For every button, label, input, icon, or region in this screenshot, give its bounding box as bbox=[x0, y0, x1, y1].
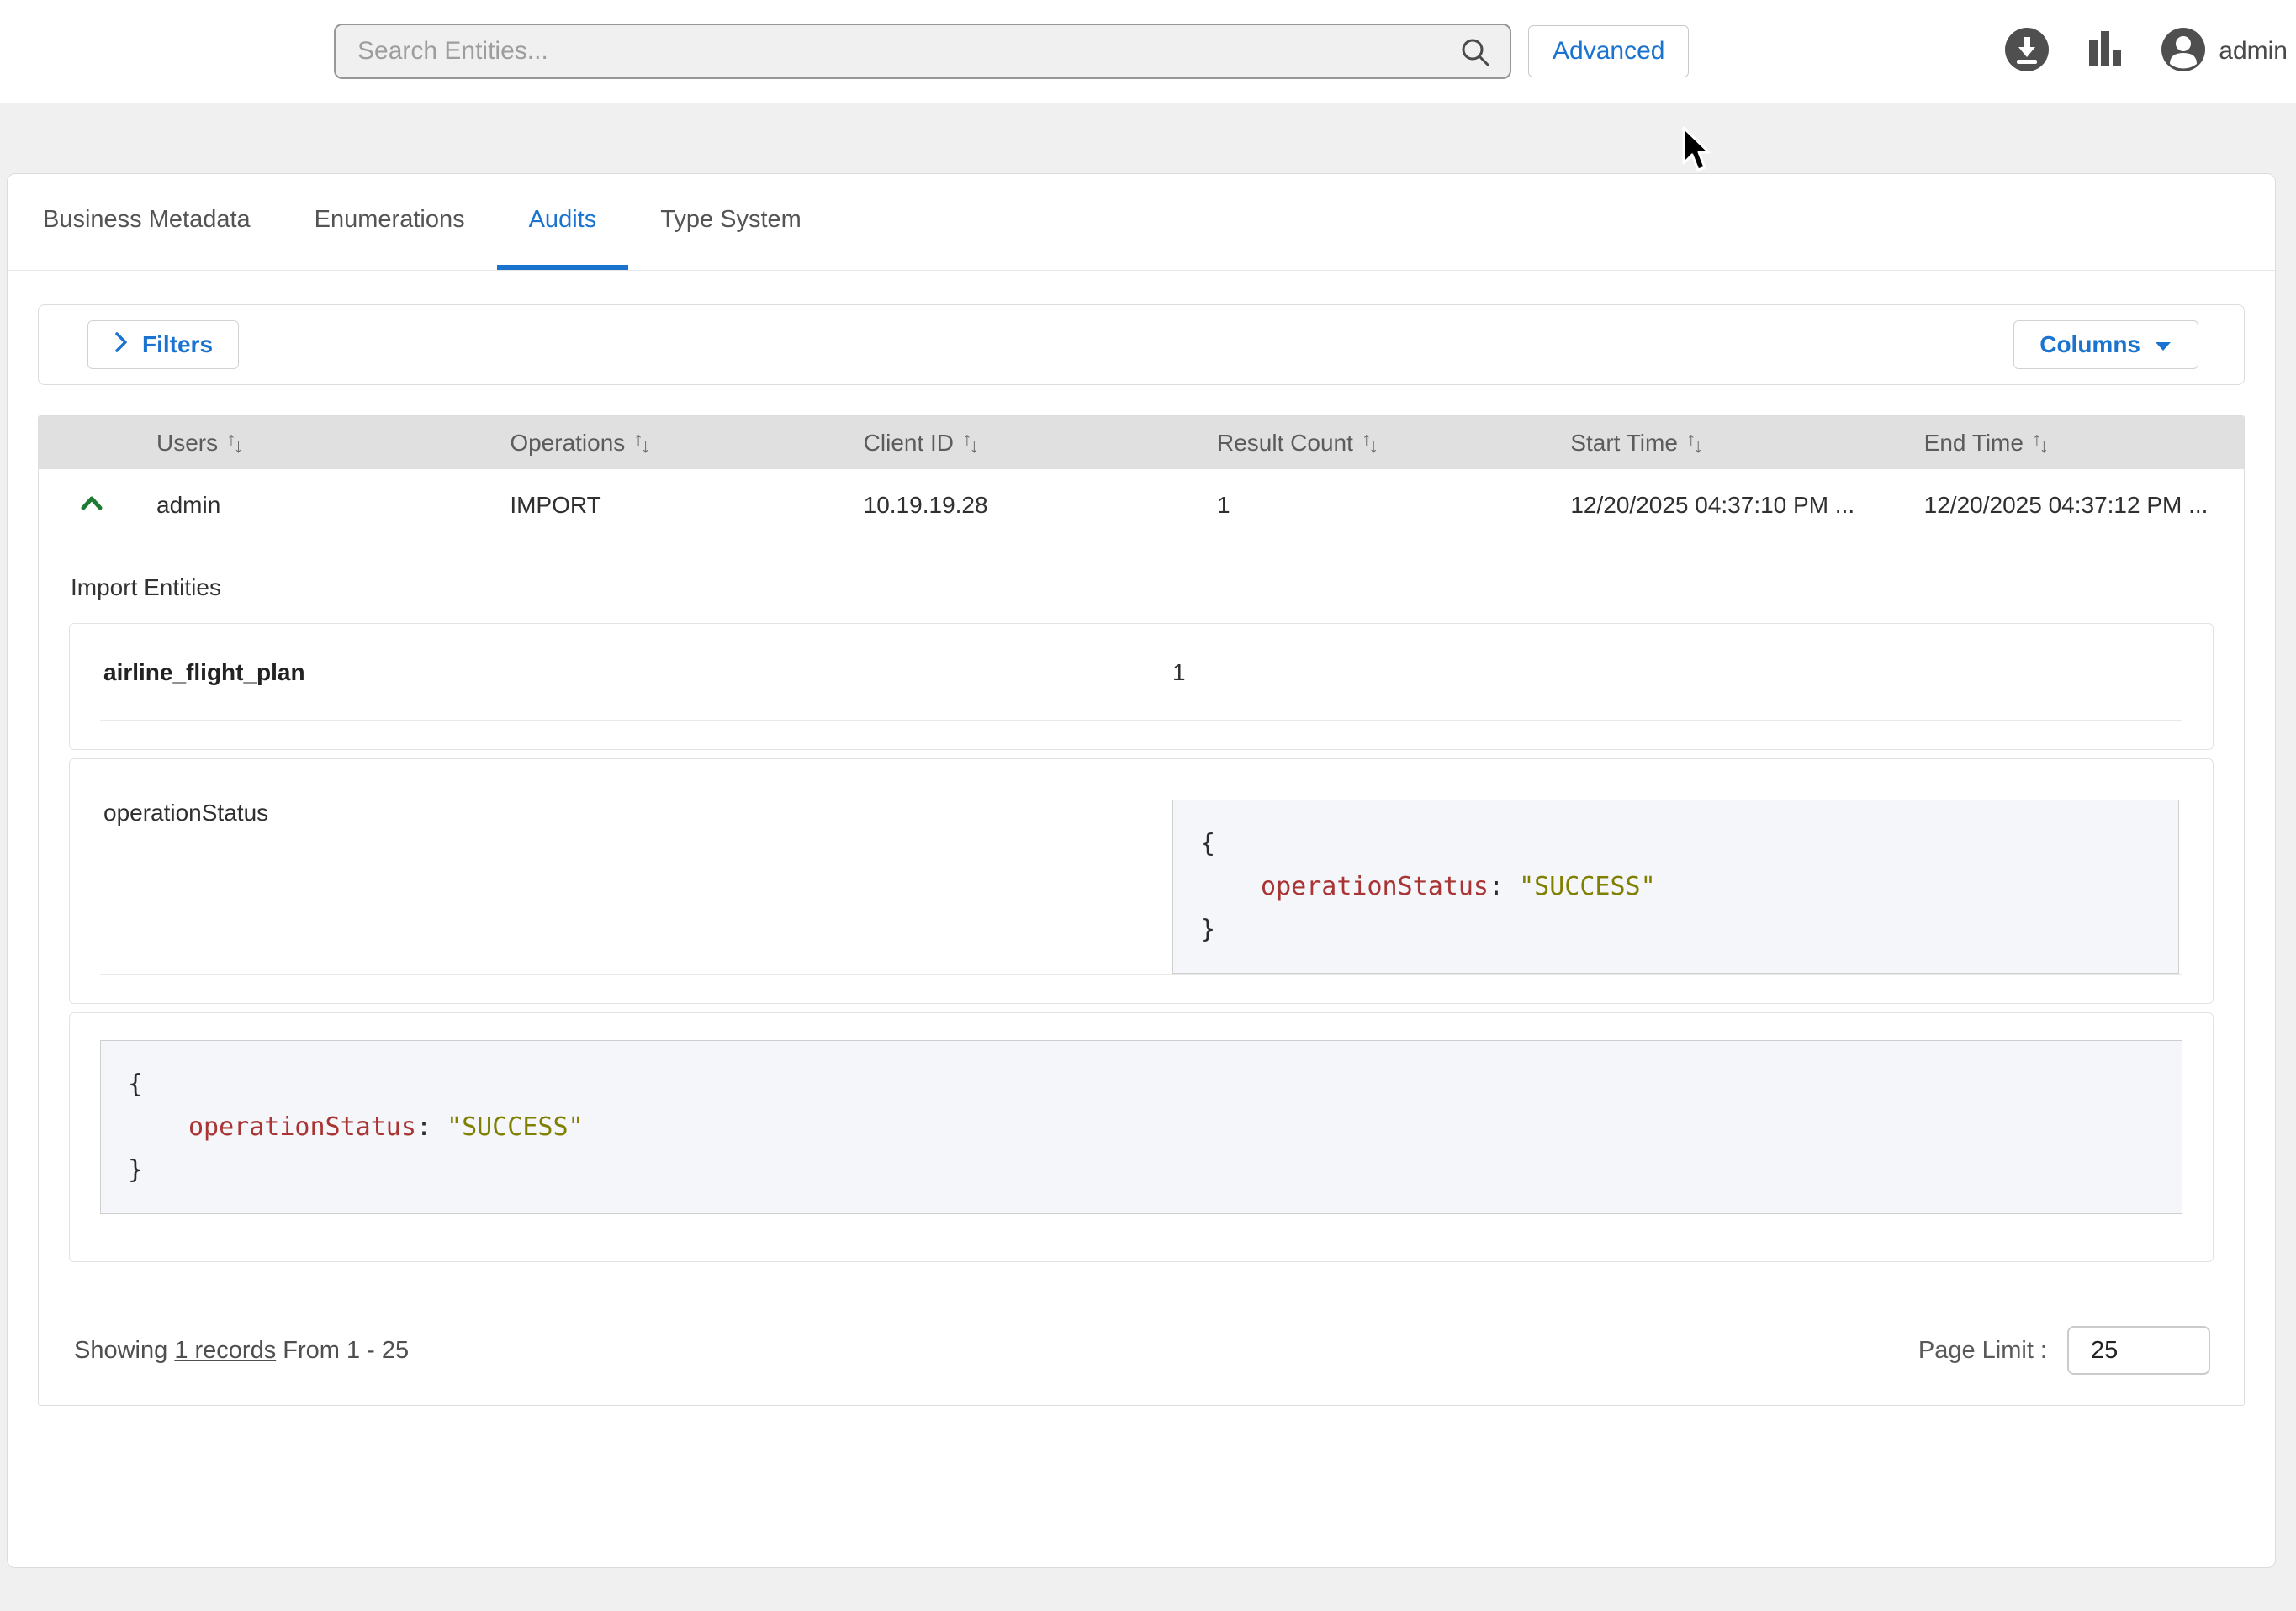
column-operations[interactable]: Operations ↑↓ bbox=[476, 430, 829, 457]
search-input[interactable] bbox=[334, 24, 1511, 79]
page-limit-control: Page Limit : bbox=[1918, 1326, 2210, 1375]
column-start-time[interactable]: Start Time ↑↓ bbox=[1537, 430, 1890, 457]
records-link[interactable]: 1 records bbox=[174, 1337, 276, 1364]
column-client-id[interactable]: Client ID ↑↓ bbox=[830, 430, 1183, 457]
page-limit-label: Page Limit : bbox=[1918, 1337, 2047, 1365]
top-bar: Advanced a bbox=[0, 0, 2296, 103]
audit-table: Users ↑↓ Operations ↑↓ Client ID ↑↓ Resu… bbox=[38, 415, 2245, 1406]
sort-icon: ↑↓ bbox=[226, 431, 243, 454]
json-key: operationStatus bbox=[1261, 872, 1489, 901]
collapse-row-button[interactable] bbox=[39, 492, 123, 519]
import-entities-panel: airline_flight_plan 1 bbox=[69, 623, 2214, 750]
table-footer: Showing 1 records From 1 - 25 Page Limit… bbox=[39, 1296, 2244, 1405]
column-result-count[interactable]: Result Count ↑↓ bbox=[1183, 430, 1537, 457]
entity-count: 1 bbox=[1172, 659, 2179, 686]
sort-icon: ↑↓ bbox=[1362, 431, 1378, 454]
json-value: "SUCCESS" bbox=[1519, 872, 1656, 901]
entity-search bbox=[334, 24, 1511, 79]
audits-content: Filters Columns Users ↑↓ Oper bbox=[8, 304, 2275, 1406]
table-toolbar: Filters Columns bbox=[38, 304, 2245, 385]
user-avatar-icon bbox=[2160, 26, 2207, 77]
advanced-search-button[interactable]: Advanced bbox=[1528, 25, 1689, 77]
sort-icon: ↑↓ bbox=[633, 431, 650, 454]
cell-users: admin bbox=[123, 492, 476, 519]
audit-table-row: admin IMPORT 10.19.19.28 1 12/20/2025 04… bbox=[39, 469, 2244, 541]
column-end-time[interactable]: End Time ↑↓ bbox=[1891, 430, 2244, 457]
result-json-block: { operationStatus: "SUCCESS" } bbox=[100, 1040, 2182, 1214]
cell-result-count: 1 bbox=[1183, 492, 1537, 519]
username-label: admin bbox=[2219, 37, 2288, 66]
column-users[interactable]: Users ↑↓ bbox=[123, 430, 476, 457]
attribute-json-block: { operationStatus: "SUCCESS" } bbox=[1172, 800, 2179, 974]
bar-chart-icon[interactable] bbox=[2086, 28, 2124, 76]
audit-row-detail: Import Entities airline_flight_plan 1 op… bbox=[39, 541, 2244, 1296]
entity-type-name: airline_flight_plan bbox=[103, 659, 1172, 686]
json-value: "SUCCESS" bbox=[447, 1112, 584, 1142]
sort-icon: ↑↓ bbox=[1686, 431, 1703, 454]
json-key: operationStatus bbox=[188, 1112, 416, 1142]
tab-enumerations[interactable]: Enumerations bbox=[283, 174, 497, 270]
attribute-name: operationStatus bbox=[103, 800, 1172, 827]
user-menu[interactable]: admin bbox=[2160, 26, 2288, 77]
columns-button[interactable]: Columns bbox=[2013, 320, 2198, 369]
cell-client-id: 10.19.19.28 bbox=[830, 492, 1183, 519]
caret-down-icon bbox=[2154, 331, 2172, 358]
detail-section-title: Import Entities bbox=[71, 574, 2214, 601]
audit-table-header: Users ↑↓ Operations ↑↓ Client ID ↑↓ Resu… bbox=[39, 416, 2244, 469]
chevron-up-icon bbox=[79, 492, 104, 519]
record-count-summary: Showing 1 records From 1 - 25 bbox=[74, 1337, 409, 1365]
tab-business-metadata[interactable]: Business Metadata bbox=[43, 174, 283, 270]
attribute-row: operationStatus { operationStatus: "SUCC… bbox=[70, 759, 2213, 974]
operation-status-panel: operationStatus { operationStatus: "SUCC… bbox=[69, 758, 2214, 1004]
cell-end-time: 12/20/2025 04:37:12 PM ... bbox=[1891, 492, 2244, 519]
search-icon[interactable] bbox=[1459, 36, 1491, 72]
result-json-panel: { operationStatus: "SUCCESS" } bbox=[69, 1012, 2214, 1262]
tab-audits[interactable]: Audits bbox=[497, 174, 629, 270]
download-icon[interactable] bbox=[2003, 26, 2050, 77]
cell-operations: IMPORT bbox=[476, 492, 829, 519]
tab-bar: Business Metadata Enumerations Audits Ty… bbox=[8, 174, 2275, 271]
topbar-icon-cluster: admin bbox=[2003, 0, 2288, 103]
main-panel: Business Metadata Enumerations Audits Ty… bbox=[7, 173, 2276, 1568]
chevron-right-icon bbox=[114, 330, 129, 361]
mouse-cursor bbox=[1680, 126, 1716, 179]
filters-button[interactable]: Filters bbox=[87, 320, 239, 369]
tab-type-system[interactable]: Type System bbox=[628, 174, 833, 270]
sort-icon: ↑↓ bbox=[962, 431, 979, 454]
page-limit-input[interactable] bbox=[2067, 1326, 2210, 1375]
sort-icon: ↑↓ bbox=[2032, 431, 2049, 454]
import-entity-row: airline_flight_plan 1 bbox=[70, 624, 2213, 720]
cell-start-time: 12/20/2025 04:37:10 PM ... bbox=[1537, 492, 1890, 519]
